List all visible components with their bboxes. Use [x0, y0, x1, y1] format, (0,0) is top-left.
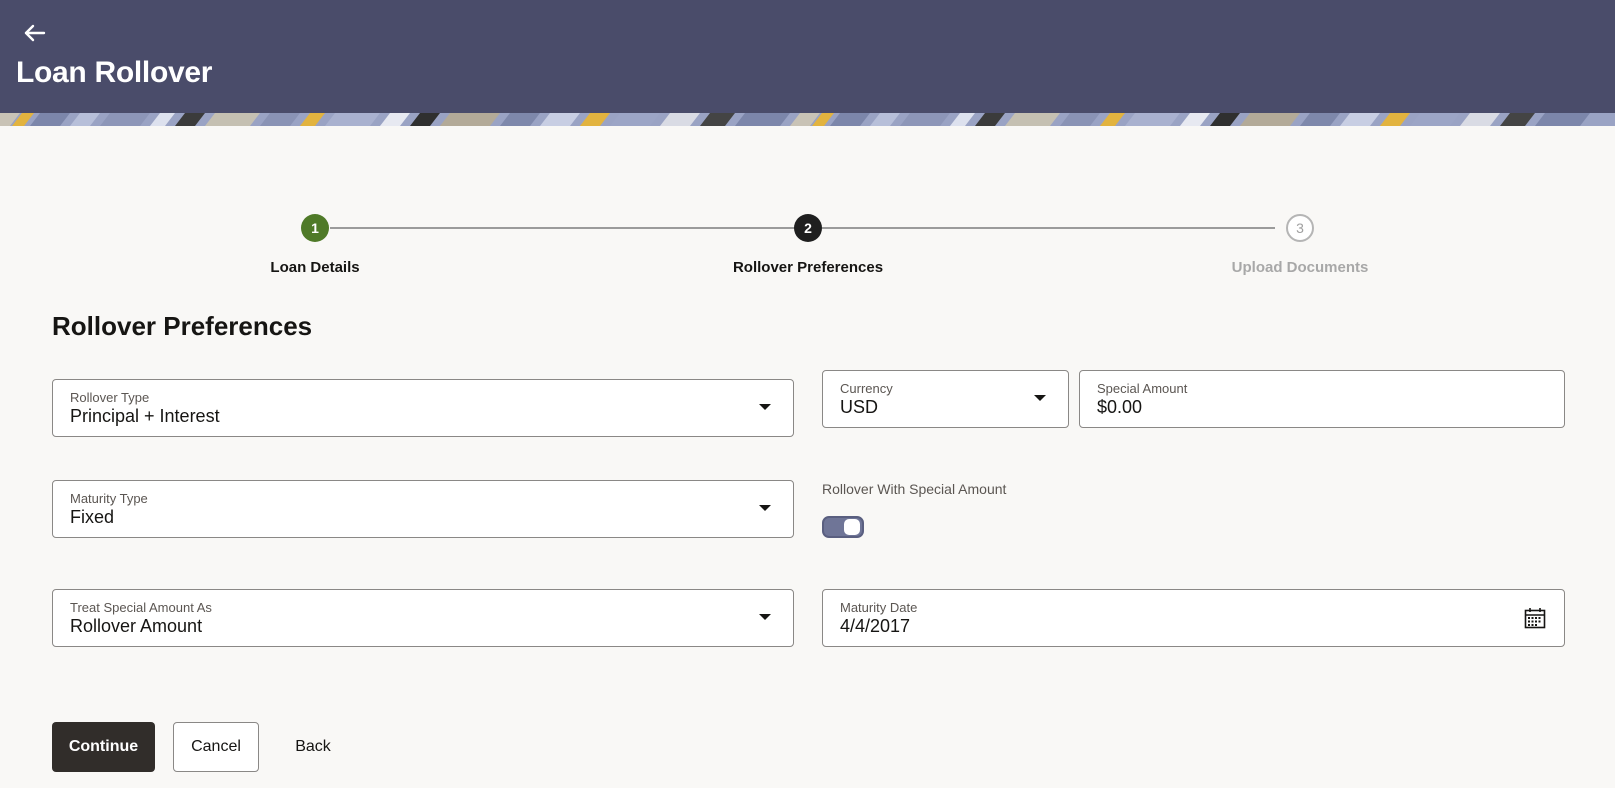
back-arrow-icon[interactable]: [22, 20, 48, 46]
rollover-type-select[interactable]: Rollover Type Principal + Interest: [52, 379, 794, 437]
special-amount-label: Special Amount: [1097, 381, 1188, 396]
step-2-label: Rollover Preferences: [732, 259, 884, 276]
maturity-type-label: Maturity Type: [70, 491, 148, 506]
header-banner-pattern: [0, 113, 1615, 126]
toggle-knob: [844, 519, 860, 535]
page-header: Loan Rollover: [0, 0, 1615, 126]
calendar-icon[interactable]: [1524, 607, 1546, 629]
step-3-label: Upload Documents: [1231, 259, 1369, 276]
cancel-button[interactable]: Cancel: [173, 722, 259, 772]
rollover-type-value: Principal + Interest: [70, 406, 220, 426]
rollover-special-amount-toggle[interactable]: [822, 516, 864, 538]
currency-label: Currency: [840, 381, 893, 396]
chevron-down-icon: [759, 505, 771, 511]
step-2-indicator[interactable]: 2: [794, 214, 822, 242]
currency-select[interactable]: Currency USD: [822, 370, 1069, 428]
treat-special-amount-label: Treat Special Amount As: [70, 600, 212, 615]
continue-button[interactable]: Continue: [52, 722, 155, 772]
step-3-indicator: 3: [1286, 214, 1314, 242]
maturity-date-input[interactable]: Maturity Date 4/4/2017: [822, 589, 1565, 647]
currency-value: USD: [840, 397, 879, 417]
treat-special-amount-value: Rollover Amount: [70, 616, 203, 636]
maturity-date-value: 4/4/2017: [840, 616, 911, 636]
page-title: Loan Rollover: [16, 56, 213, 89]
special-amount-input[interactable]: Special Amount $0.00: [1079, 370, 1565, 428]
chevron-down-icon: [759, 404, 771, 410]
step-connector: [822, 227, 1275, 229]
maturity-date-label: Maturity Date: [840, 600, 918, 615]
maturity-type-value: Fixed: [70, 507, 115, 527]
section-title: Rollover Preferences: [52, 311, 313, 341]
step-1-label[interactable]: Loan Details: [270, 259, 359, 276]
treat-special-amount-select[interactable]: Treat Special Amount As Rollover Amount: [52, 589, 794, 647]
chevron-down-icon: [1034, 395, 1046, 401]
maturity-type-select[interactable]: Maturity Type Fixed: [52, 480, 794, 538]
chevron-down-icon: [759, 614, 771, 620]
back-button[interactable]: Back: [278, 722, 348, 772]
step-1-indicator[interactable]: 1: [301, 214, 329, 242]
rollover-type-label: Rollover Type: [70, 390, 150, 405]
step-connector: [330, 227, 795, 229]
rollover-special-amount-label: Rollover With Special Amount: [822, 481, 1007, 497]
special-amount-value: $0.00: [1097, 397, 1143, 417]
